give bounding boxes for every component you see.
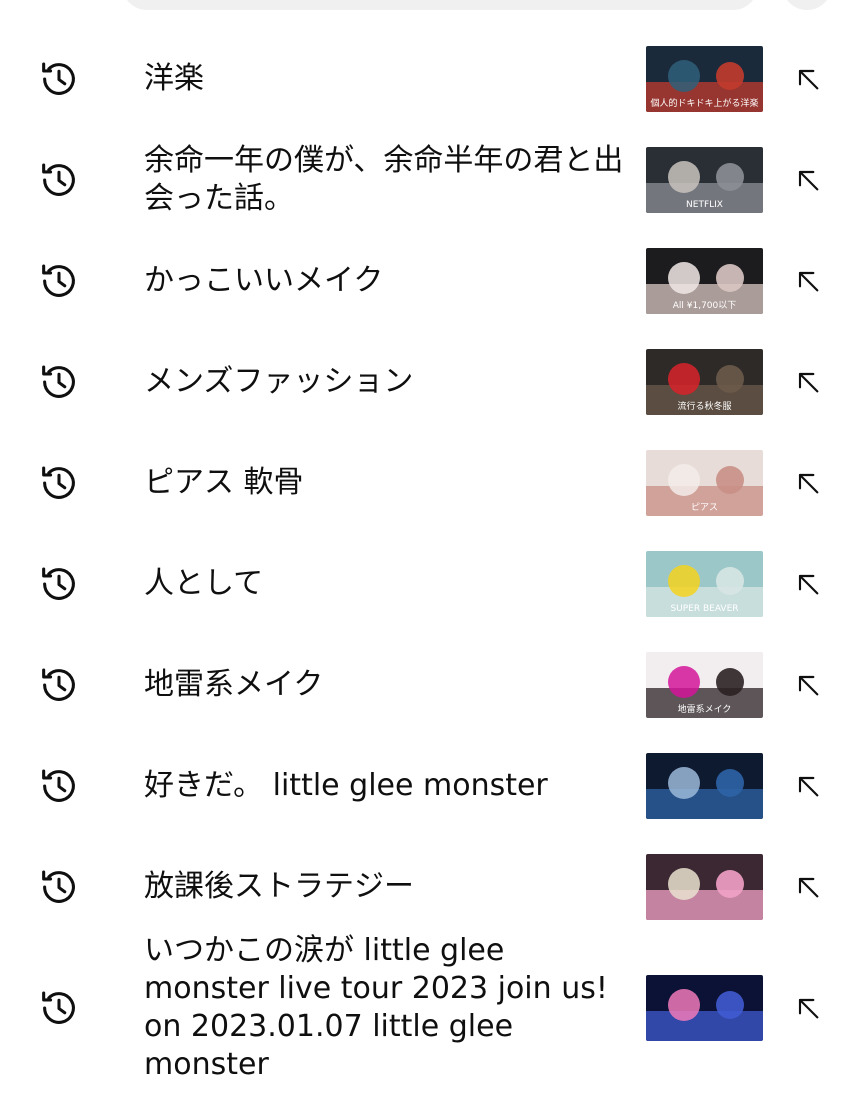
- arrow-up-left-icon[interactable]: [792, 164, 824, 196]
- video-thumbnail[interactable]: All ¥1,700以下: [646, 247, 763, 314]
- voice-search-button[interactable]: [782, 0, 832, 10]
- video-thumbnail[interactable]: ピアス: [646, 449, 763, 516]
- svg-text:ピアス: ピアス: [691, 502, 718, 513]
- history-query: いつかこの涙が little glee monster live tour 20…: [144, 933, 608, 1082]
- video-thumbnail[interactable]: SUPER BEAVER: [646, 550, 763, 617]
- arrow-up-left-icon[interactable]: [792, 770, 824, 802]
- history-item[interactable]: 洋楽 個人的ドキドキ上がる洋楽: [0, 28, 864, 129]
- video-thumbnail[interactable]: 地雷系メイク: [646, 651, 763, 718]
- history-icon: [36, 561, 82, 607]
- arrow-up-left-icon[interactable]: [792, 467, 824, 499]
- arrow-up-left-icon[interactable]: [792, 992, 824, 1024]
- video-thumbnail[interactable]: [646, 975, 763, 1041]
- arrow-up-left-icon[interactable]: [792, 366, 824, 398]
- video-thumbnail[interactable]: [646, 853, 763, 920]
- history-item[interactable]: かっこいいメイク All ¥1,700以下: [0, 230, 864, 331]
- arrow-up-left-icon[interactable]: [792, 669, 824, 701]
- history-icon: [36, 662, 82, 708]
- history-item[interactable]: いつかこの涙が little glee monster live tour 20…: [0, 933, 864, 1082]
- video-thumbnail[interactable]: 個人的ドキドキ上がる洋楽: [646, 45, 763, 112]
- arrow-up-left-icon[interactable]: [792, 568, 824, 600]
- history-item[interactable]: 人として SUPER BEAVER: [0, 533, 864, 634]
- history-icon: [36, 157, 82, 203]
- arrow-up-left-icon[interactable]: [792, 265, 824, 297]
- history-item[interactable]: 余命一年の僕が、余命半年の君と出会った話。 NETFLIX: [0, 129, 864, 230]
- history-query: 余命一年の僕が、余命半年の君と出会った話。: [144, 142, 624, 216]
- search-bar-area: [0, 0, 864, 14]
- history-item[interactable]: 地雷系メイク 地雷系メイク: [0, 634, 864, 735]
- history-icon: [36, 56, 82, 102]
- history-icon: [36, 359, 82, 405]
- video-thumbnail[interactable]: [646, 752, 763, 819]
- history-query: かっこいいメイク: [144, 262, 384, 298]
- history-icon: [36, 985, 82, 1031]
- history-query: 地雷系メイク: [144, 666, 324, 702]
- svg-text:All ¥1,700以下: All ¥1,700以下: [673, 301, 737, 311]
- svg-text:個人的ドキドキ上がる洋楽: 個人的ドキドキ上がる洋楽: [650, 97, 758, 109]
- video-thumbnail[interactable]: 流行る秋冬服: [646, 348, 763, 415]
- history-icon: [36, 258, 82, 304]
- history-item[interactable]: 放課後ストラテジー: [0, 836, 864, 937]
- history-icon: [36, 864, 82, 910]
- svg-text:SUPER BEAVER: SUPER BEAVER: [670, 604, 738, 614]
- arrow-up-left-icon[interactable]: [792, 871, 824, 903]
- history-query: ピアス 軟骨: [144, 464, 304, 500]
- svg-text:地雷系メイク: 地雷系メイク: [678, 703, 732, 715]
- history-query: 洋楽: [144, 60, 204, 96]
- arrow-up-left-icon[interactable]: [792, 63, 824, 95]
- history-query: 人として: [144, 565, 264, 601]
- history-query: メンズファッション: [144, 363, 414, 399]
- history-icon: [36, 460, 82, 506]
- history-icon: [36, 763, 82, 809]
- history-query: 放課後ストラテジー: [144, 868, 414, 904]
- svg-text:NETFLIX: NETFLIX: [686, 200, 723, 210]
- history-item[interactable]: ピアス 軟骨 ピアス: [0, 432, 864, 533]
- history-query: 好きだ。 little glee monster: [144, 767, 548, 803]
- svg-text:流行る秋冬服: 流行る秋冬服: [677, 400, 731, 412]
- history-item[interactable]: 好きだ。 little glee monster: [0, 735, 864, 836]
- search-history-list: 洋楽 個人的ドキドキ上がる洋楽 余命一年の僕が、余命半年の君と出会った話。 NE…: [0, 28, 864, 1082]
- video-thumbnail[interactable]: NETFLIX: [646, 146, 763, 213]
- search-input[interactable]: [122, 0, 758, 10]
- history-item[interactable]: メンズファッション 流行る秋冬服: [0, 331, 864, 432]
